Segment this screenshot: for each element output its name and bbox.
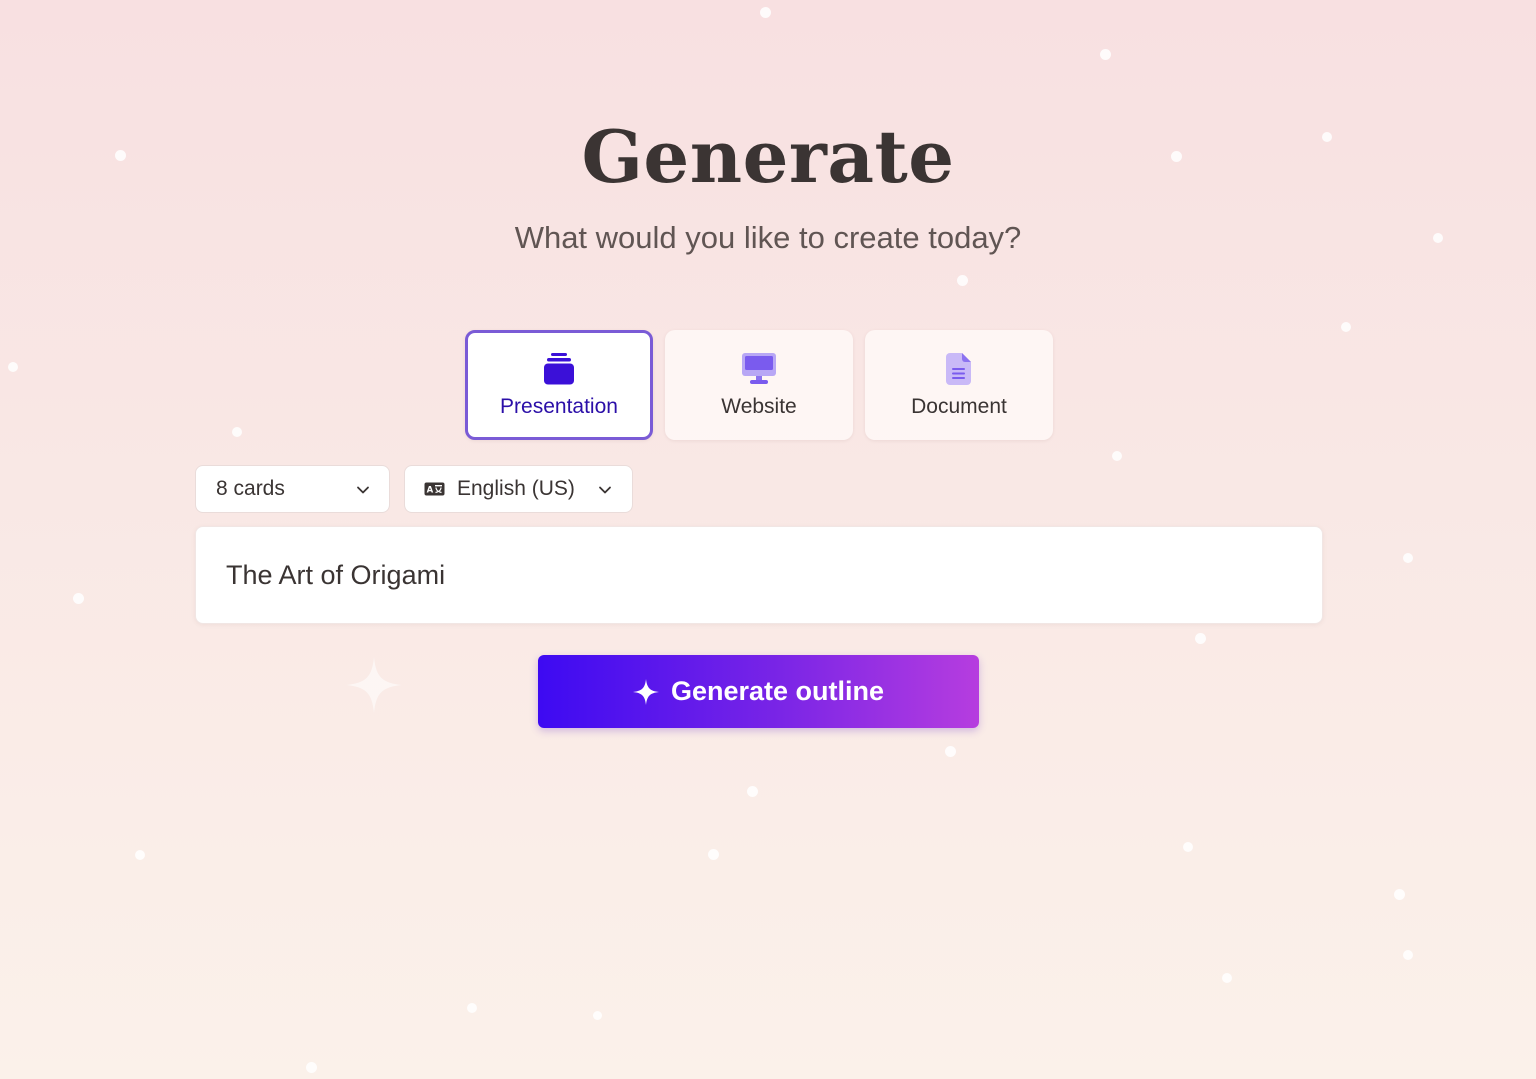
card-count-value: 8 cards [216, 477, 285, 500]
chevron-down-icon [599, 486, 611, 494]
monitor-icon [741, 352, 777, 386]
type-card-document[interactable]: Document [865, 330, 1053, 440]
background-sparkle-icon [346, 657, 402, 713]
presentation-stack-icon [541, 352, 577, 386]
type-card-label: Presentation [500, 395, 618, 418]
document-icon [941, 352, 977, 386]
page-subtitle: What would you like to create today? [514, 220, 1022, 255]
type-card-label: Document [911, 395, 1007, 418]
generate-outline-label: Generate outline [670, 676, 885, 706]
page-title: Generate [581, 114, 955, 199]
type-card-website[interactable]: Website [665, 330, 853, 440]
type-card-presentation[interactable]: Presentation [465, 330, 653, 440]
language-dropdown[interactable]: A English (US) [404, 465, 633, 513]
svg-text:A: A [427, 485, 434, 495]
prompt-box [195, 526, 1323, 624]
prompt-input[interactable] [226, 555, 1286, 595]
language-value: English (US) [457, 477, 575, 500]
card-count-dropdown[interactable]: 8 cards [195, 465, 390, 513]
chevron-down-icon [357, 486, 369, 494]
sparkle-icon [632, 678, 659, 705]
language-icon: A [424, 482, 445, 496]
type-card-label: Website [721, 395, 797, 418]
generate-outline-button[interactable]: Generate outline [538, 655, 979, 728]
